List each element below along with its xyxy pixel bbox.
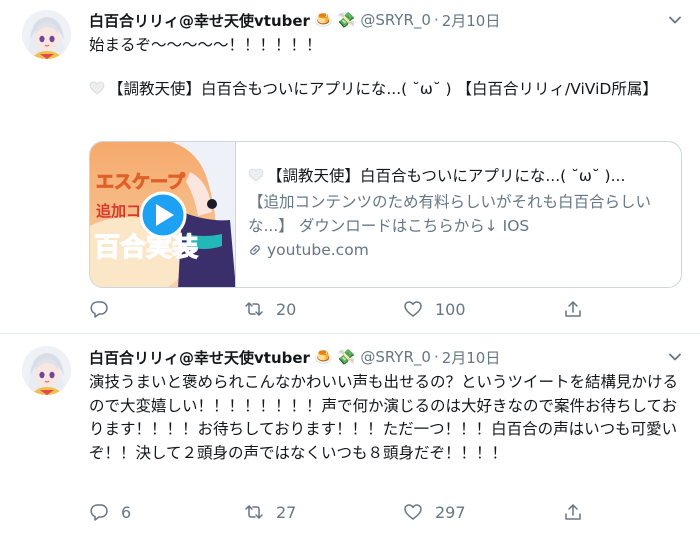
heart-icon [404, 301, 422, 317]
share-button[interactable] [563, 502, 583, 522]
tweet-text: 始まるぞ〜〜〜〜〜！！！！！！ [89, 36, 322, 54]
card-domain: youtube.com [248, 241, 369, 259]
like-button[interactable]: 297 [403, 502, 466, 522]
heart-icon [404, 504, 422, 520]
separator-dot: · [433, 11, 439, 29]
white-heart-icon [248, 168, 264, 182]
retweet-icon [245, 302, 263, 316]
tweet-header: 白百合リリィ@幸せ天使vtuber 🍮 💸 @SRYR_0 · 2月10日 [89, 346, 500, 368]
play-icon[interactable] [139, 191, 187, 239]
share-icon [565, 301, 581, 317]
tweet-actions: 20 100 [89, 299, 589, 323]
tweet-text-link-line: 【調教天使】白百合もついにアプリにな...( ˘ω˘ ) 【白百合リリィ/ViV… [89, 78, 689, 100]
link-icon [250, 245, 260, 255]
like-count: 297 [435, 502, 466, 522]
video-title-inline: 【調教天使】白百合もついにアプリにな...( ˘ω˘ ) 【白百合リリィ/ViV… [108, 80, 658, 98]
tweet-actions: 6 27 297 [89, 502, 589, 526]
avatar[interactable] [22, 346, 71, 395]
retweet-count: 20 [276, 299, 297, 319]
share-button[interactable] [563, 299, 583, 319]
reply-icon [90, 301, 108, 318]
share-icon [565, 504, 581, 520]
tweet-date[interactable]: 2月10日 [442, 347, 501, 368]
chevron-down-icon[interactable] [668, 13, 682, 27]
card-title: 【調教天使】白百合もついにアプリにな...( ˘ω˘ )... [248, 165, 678, 187]
tweet[interactable]: 白百合リリィ@幸せ天使vtuber 🍮 💸 @SRYR_0 · 2月10日 始ま… [0, 0, 700, 334]
avatar-image [22, 346, 71, 395]
money-emoji: 💸 [336, 348, 356, 366]
reply-count: 6 [121, 502, 132, 522]
separator-dot: · [433, 348, 439, 366]
thumb-text-top: エスケープ [96, 171, 186, 193]
retweet-button[interactable]: 20 [244, 299, 296, 319]
author-name[interactable]: 白百合リリィ@幸せ天使vtuber [89, 10, 310, 31]
avatar[interactable] [22, 10, 71, 59]
link-card[interactable]: エスケープ 追加コン 百合実装 【調教天使】白百合もついにアプリにな...( ˘… [89, 141, 682, 288]
tweet-text: 演技うまいと褒められこんなかわいい声も出せるの？というツイートを結構見かけるので… [89, 373, 679, 462]
pudding-emoji: 🍮 [313, 348, 333, 366]
video-thumbnail[interactable]: エスケープ 追加コン 百合実装 [90, 142, 236, 287]
thumb-text-bottom: 百合実装 [94, 232, 198, 263]
white-heart-icon [89, 81, 105, 95]
thumbnail-image: エスケープ 追加コン 百合実装 [90, 142, 235, 287]
retweet-icon [245, 505, 263, 519]
retweet-count: 27 [276, 502, 297, 522]
card-description: 【追加コンテンツのため有料らしいがそれも白百合らしいな...】 ダウンロードはこ… [248, 193, 652, 235]
author-handle[interactable]: @SRYR_0 [360, 11, 431, 29]
card-title-text: 【調教天使】白百合もついにアプリにな...( ˘ω˘ )... [267, 167, 626, 185]
like-button[interactable]: 100 [403, 299, 466, 319]
pudding-emoji: 🍮 [313, 11, 333, 29]
tweet[interactable]: 白百合リリィ@幸せ天使vtuber 🍮 💸 @SRYR_0 · 2月10日 演技… [0, 335, 700, 537]
like-count: 100 [435, 299, 466, 319]
retweet-button[interactable]: 27 [244, 502, 296, 522]
reply-button[interactable] [89, 299, 121, 319]
money-emoji: 💸 [336, 11, 356, 29]
tweet-date[interactable]: 2月10日 [442, 10, 501, 31]
reply-button[interactable]: 6 [89, 502, 131, 522]
chevron-down-icon[interactable] [668, 350, 682, 364]
avatar-image [22, 10, 71, 59]
author-handle[interactable]: @SRYR_0 [360, 348, 431, 366]
card-domain-text: youtube.com [267, 241, 369, 259]
tweet-header: 白百合リリィ@幸せ天使vtuber 🍮 💸 @SRYR_0 · 2月10日 [89, 9, 500, 31]
author-name[interactable]: 白百合リリィ@幸せ天使vtuber [89, 347, 310, 368]
reply-icon [90, 504, 108, 521]
